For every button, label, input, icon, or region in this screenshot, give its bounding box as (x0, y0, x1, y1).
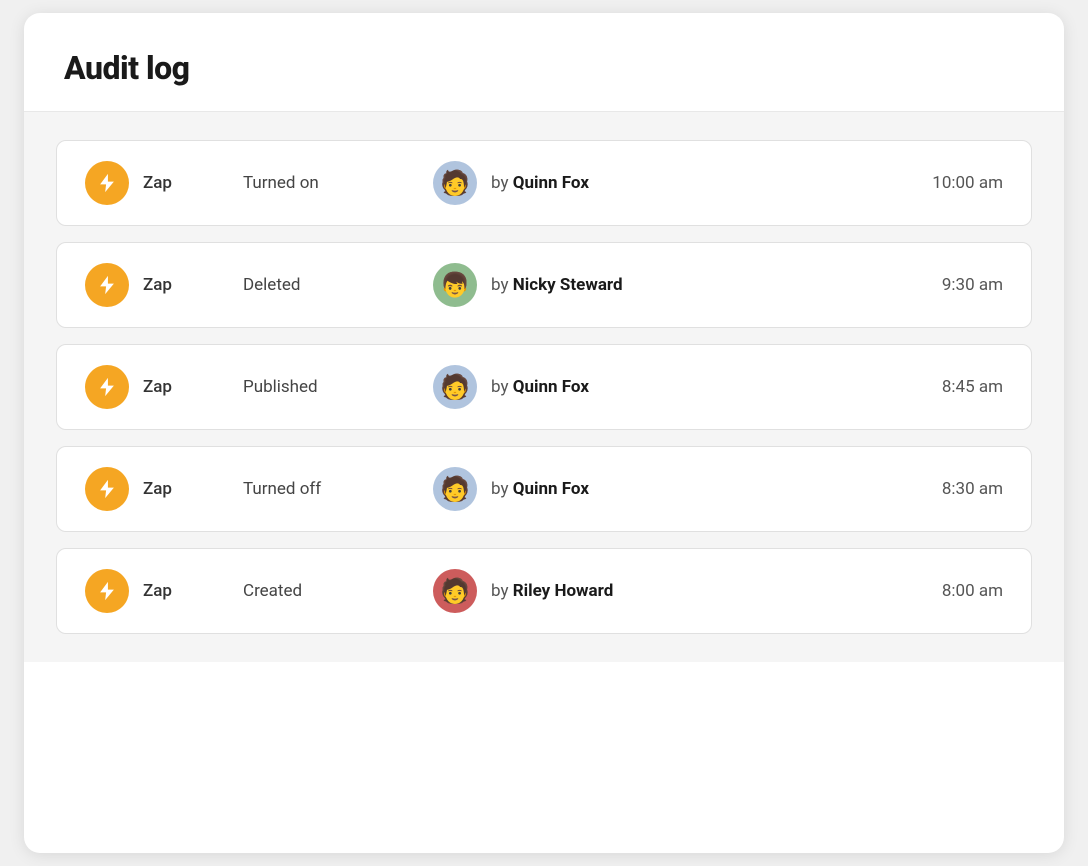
entry-type: Zap (143, 479, 203, 499)
log-entry: Zap Deleted 👦 by Nicky Steward 9:30 am (56, 242, 1032, 328)
entry-username: Nicky Steward (513, 275, 623, 295)
zap-icon-wrapper (85, 161, 129, 205)
log-list: Zap Turned on 🧑 by Quinn Fox 10:00 am Za… (24, 112, 1064, 662)
avatar: 🧑 (433, 161, 477, 205)
zap-icon-wrapper (85, 569, 129, 613)
entry-type: Zap (143, 173, 203, 193)
avatar: 🧑 (433, 365, 477, 409)
entry-action: Created (243, 581, 373, 601)
entry-time: 9:30 am (942, 275, 1003, 295)
log-entry: Zap Turned on 🧑 by Quinn Fox 10:00 am (56, 140, 1032, 226)
log-entry: Zap Published 🧑 by Quinn Fox 8:45 am (56, 344, 1032, 430)
card-header: Audit log (24, 13, 1064, 112)
audit-log-card: Audit log Zap Turned on 🧑 by Quinn Fox 1… (24, 13, 1064, 853)
entry-by: by Quinn Fox (491, 377, 922, 397)
entry-action: Deleted (243, 275, 373, 295)
entry-type: Zap (143, 377, 203, 397)
entry-time: 8:45 am (942, 377, 1003, 397)
avatar: 🧑 (433, 569, 477, 613)
bolt-icon (96, 172, 118, 194)
log-entry: Zap Created 🧑 by Riley Howard 8:00 am (56, 548, 1032, 634)
zap-icon-wrapper (85, 467, 129, 511)
entry-time: 8:30 am (942, 479, 1003, 499)
entry-type: Zap (143, 275, 203, 295)
entry-username: Quinn Fox (513, 377, 589, 397)
page-title: Audit log (64, 49, 1024, 87)
bolt-icon (96, 376, 118, 398)
avatar: 👦 (433, 263, 477, 307)
entry-action: Turned off (243, 479, 373, 499)
entry-username: Quinn Fox (513, 173, 589, 193)
entry-time: 8:00 am (942, 581, 1003, 601)
zap-icon-wrapper (85, 365, 129, 409)
entry-action: Turned on (243, 173, 373, 193)
entry-username: Quinn Fox (513, 479, 589, 499)
entry-type: Zap (143, 581, 203, 601)
entry-by: by Riley Howard (491, 581, 922, 601)
bolt-icon (96, 580, 118, 602)
entry-username: Riley Howard (513, 581, 614, 601)
log-entry: Zap Turned off 🧑 by Quinn Fox 8:30 am (56, 446, 1032, 532)
zap-icon-wrapper (85, 263, 129, 307)
entry-action: Published (243, 377, 373, 397)
bolt-icon (96, 478, 118, 500)
bolt-icon (96, 274, 118, 296)
entry-time: 10:00 am (932, 173, 1003, 193)
entry-by: by Quinn Fox (491, 173, 912, 193)
entry-by: by Nicky Steward (491, 275, 922, 295)
avatar: 🧑 (433, 467, 477, 511)
entry-by: by Quinn Fox (491, 479, 922, 499)
